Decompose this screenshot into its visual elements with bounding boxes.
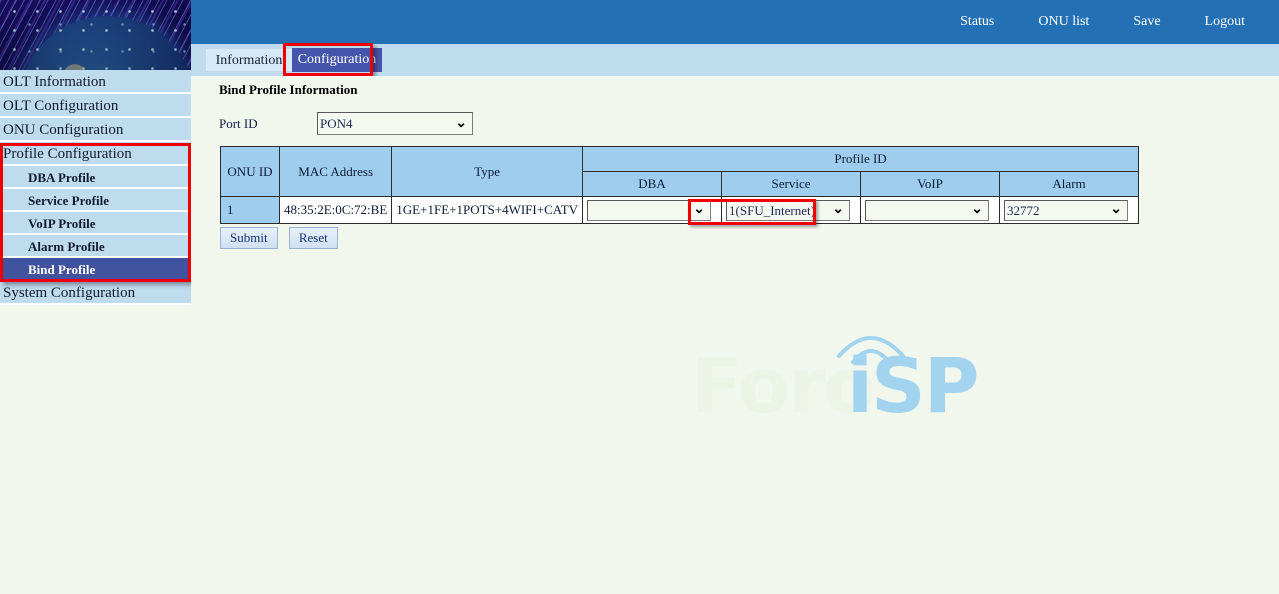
sidebar-items: OLT Information OLT Configuration ONU Co… [0, 70, 191, 305]
col-header-alarm: Alarm [1000, 172, 1139, 197]
sidebar-item-label: DBA Profile [28, 170, 95, 185]
sidebar-item-label: OLT Configuration [3, 98, 118, 114]
col-header-mac-address: MAC Address [280, 147, 392, 197]
tab-information[interactable]: Information [205, 48, 293, 72]
top-header-bar: Status ONU list Save Logout [191, 0, 1279, 44]
port-id-select-wrapper: PON1PON2PON3PON4PON5PON6PON7PON8 ⌄ [317, 112, 473, 135]
sidebar-item-service-profile[interactable]: Service Profile [0, 189, 191, 212]
voip-select-wrapper: 1(VoIP_1) ⌄ [865, 200, 989, 221]
sidebar-item-system-configuration[interactable]: System Configuration [0, 281, 191, 305]
form-buttons: Submit Reset [220, 227, 346, 249]
sidebar-nav: OLT Information OLT Configuration ONU Co… [0, 70, 191, 305]
sidebar-item-label: OLT Information [3, 74, 106, 90]
voip-profile-select[interactable]: 1(VoIP_1) [865, 200, 989, 221]
dba-select-wrapper: 1(DBA_1)2(DBA_2) ⌄ [587, 200, 711, 221]
watermark-text-isp: iSP [847, 348, 978, 424]
sidebar-item-label: Alarm Profile [28, 239, 105, 254]
page-title: Bind Profile Information [219, 82, 357, 98]
col-header-profile-id: Profile ID [583, 147, 1139, 172]
wifi-signal-icon [831, 326, 911, 370]
cell-mac-address: 48:35:2E:0C:72:BE [280, 197, 392, 224]
sidebar-item-label: Service Profile [28, 193, 109, 208]
table-body: 1 48:35:2E:0C:72:BE 1GE+1FE+1POTS+4WIFI+… [221, 197, 1139, 224]
sidebar-item-profile-configuration[interactable]: Profile Configuration [0, 142, 191, 166]
col-header-service: Service [722, 172, 861, 197]
port-id-label: Port ID [219, 116, 258, 132]
sidebar-item-label: Profile Configuration [3, 146, 132, 162]
col-header-voip: VoIP [861, 172, 1000, 197]
cell-type: 1GE+1FE+1POTS+4WIFI+CATV [392, 197, 583, 224]
sidebar-item-bind-profile[interactable]: Bind Profile [0, 258, 191, 281]
topnav-status-link[interactable]: Status [938, 14, 1016, 30]
table-header-row-1: ONU ID MAC Address Type Profile ID [221, 147, 1139, 172]
sidebar-item-alarm-profile[interactable]: Alarm Profile [0, 235, 191, 258]
globe-banner-image [0, 0, 191, 70]
port-id-row: Port ID PON1PON2PON3PON4PON5PON6PON7PON8… [219, 112, 739, 140]
service-profile-select[interactable]: 1(SFU_Internet)2(SFU_IPTV) [726, 200, 850, 221]
col-header-dba: DBA [583, 172, 722, 197]
col-header-type: Type [392, 147, 583, 197]
top-nav-links: Status ONU list Save Logout [938, 10, 1267, 34]
main-content: Foro iSP Bind Profile Information Port I… [191, 76, 1279, 594]
sidebar-item-label: Bind Profile [28, 262, 95, 277]
submit-button[interactable]: Submit [220, 227, 278, 249]
cell-onu-id[interactable]: 1 [221, 197, 280, 224]
banner-shade [0, 0, 191, 70]
tab-configuration[interactable]: Configuration [292, 48, 382, 72]
topnav-save-link[interactable]: Save [1111, 14, 1182, 30]
foroisp-watermark: Foro iSP [691, 326, 981, 426]
tab-strip: Information Configuration [191, 44, 1279, 76]
cell-service: 1(SFU_Internet)2(SFU_IPTV) ⌄ [722, 197, 861, 224]
sidebar-item-label: System Configuration [3, 285, 135, 301]
sidebar-item-label: ONU Configuration [3, 122, 123, 138]
sidebar-item-dba-profile[interactable]: DBA Profile [0, 166, 191, 189]
table-head: ONU ID MAC Address Type Profile ID DBA S… [221, 147, 1139, 197]
sidebar-item-olt-configuration[interactable]: OLT Configuration [0, 94, 191, 118]
table-row: 1 48:35:2E:0C:72:BE 1GE+1FE+1POTS+4WIFI+… [221, 197, 1139, 224]
cell-voip: 1(VoIP_1) ⌄ [861, 197, 1000, 224]
dba-profile-select[interactable]: 1(DBA_1)2(DBA_2) [587, 200, 711, 221]
watermark-text-foro: Foro [691, 348, 874, 424]
port-id-select[interactable]: PON1PON2PON3PON4PON5PON6PON7PON8 [317, 112, 473, 135]
onu-bind-profile-table: ONU ID MAC Address Type Profile ID DBA S… [220, 146, 1139, 224]
topnav-logout-link[interactable]: Logout [1183, 14, 1267, 30]
alarm-select-wrapper: 3277232773 ⌄ [1004, 200, 1128, 221]
alarm-profile-select[interactable]: 3277232773 [1004, 200, 1128, 221]
sidebar-item-voip-profile[interactable]: VoIP Profile [0, 212, 191, 235]
cell-dba: 1(DBA_1)2(DBA_2) ⌄ [583, 197, 722, 224]
sidebar-item-onu-configuration[interactable]: ONU Configuration [0, 118, 191, 142]
col-header-onu-id: ONU ID [221, 147, 280, 197]
cell-alarm: 3277232773 ⌄ [1000, 197, 1139, 224]
topnav-onu-list-link[interactable]: ONU list [1016, 14, 1111, 30]
reset-button[interactable]: Reset [289, 227, 338, 249]
sidebar-item-label: VoIP Profile [28, 216, 96, 231]
service-select-wrapper: 1(SFU_Internet)2(SFU_IPTV) ⌄ [726, 200, 850, 221]
sidebar-item-olt-information[interactable]: OLT Information [0, 70, 191, 94]
